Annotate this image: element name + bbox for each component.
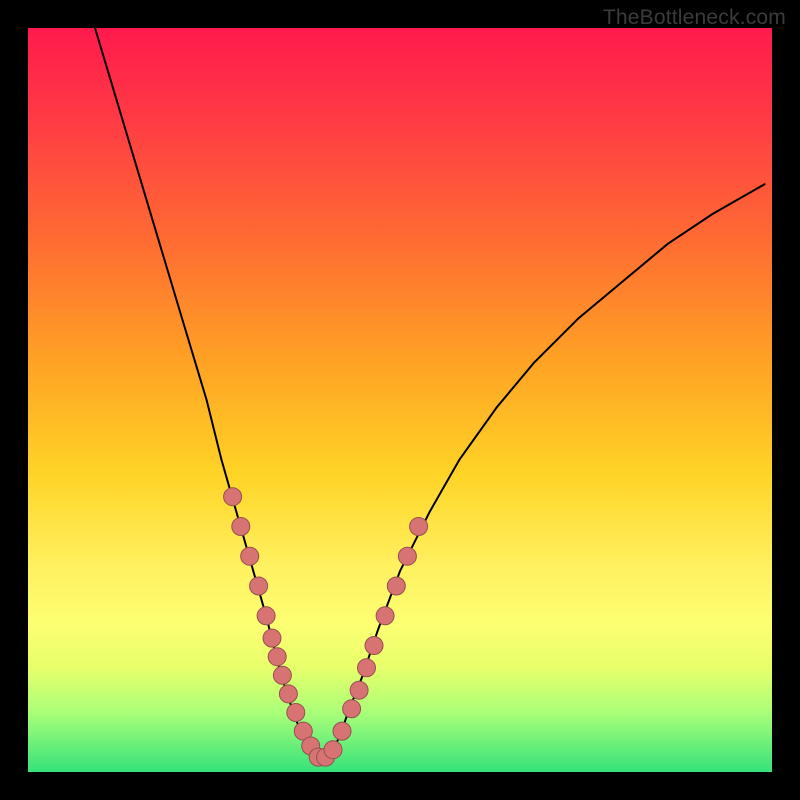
highlight-marker <box>273 666 291 684</box>
highlight-marker <box>333 722 351 740</box>
curve-right-branch <box>318 184 764 761</box>
highlight-marker <box>224 488 242 506</box>
highlight-marker <box>263 629 281 647</box>
highlight-marker <box>365 637 383 655</box>
highlight-marker <box>376 607 394 625</box>
highlight-marker <box>279 685 297 703</box>
highlight-marker <box>398 547 416 565</box>
highlight-marker <box>358 659 376 677</box>
bottleneck-curve-chart <box>28 28 772 772</box>
highlight-marker <box>241 547 259 565</box>
highlight-marker <box>387 577 405 595</box>
curve-left-branch <box>95 28 318 761</box>
highlight-marker <box>257 607 275 625</box>
highlight-marker <box>268 648 286 666</box>
highlight-marker <box>324 741 342 759</box>
watermark-text: TheBottleneck.com <box>603 6 786 30</box>
highlight-marker <box>250 577 268 595</box>
curve-group <box>95 28 765 761</box>
highlight-marker <box>287 704 305 722</box>
highlight-marker <box>350 681 368 699</box>
highlight-marker <box>232 518 250 536</box>
highlight-marker <box>410 518 428 536</box>
highlight-marker <box>343 700 361 718</box>
marker-group <box>224 488 428 766</box>
